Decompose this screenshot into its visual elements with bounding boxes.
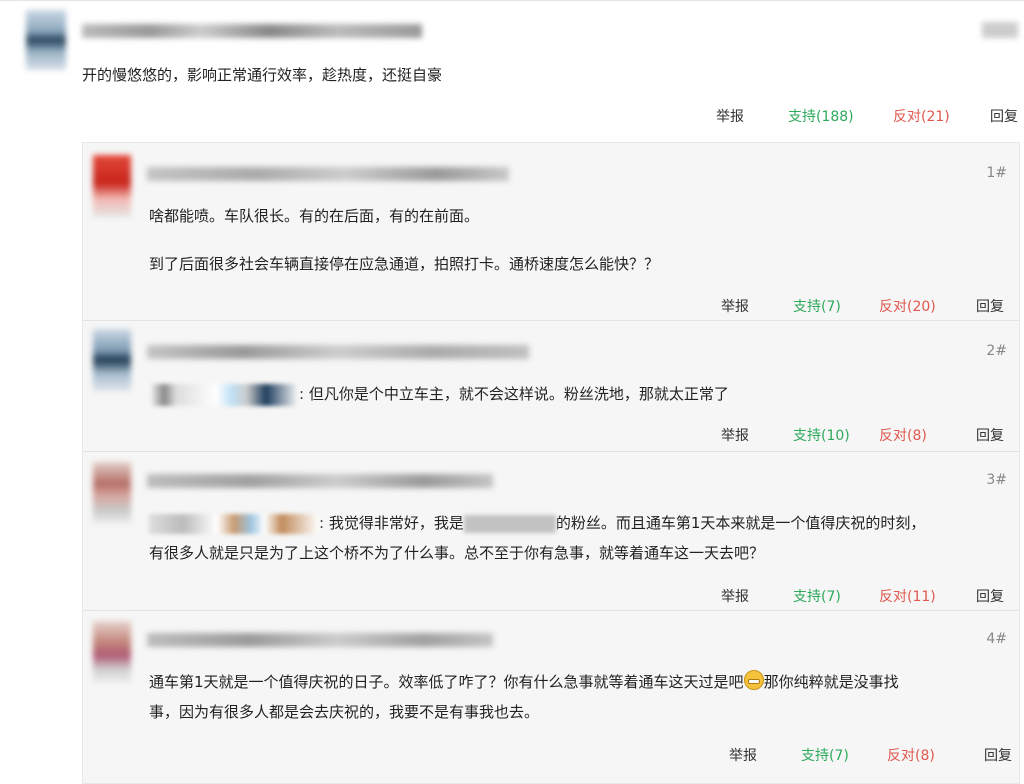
- floor-number: 3#: [986, 472, 1007, 488]
- reply-text-c: 有很多人就是只是为了上这个桥不为了什么事。总不至于你有急事，就等着通车这一天去吧…: [149, 544, 765, 562]
- username-redacted: [147, 345, 529, 359]
- reply-text: 啥都能喷。车队很长。有的在后面，有的在前面。: [149, 207, 480, 225]
- reply-item: 3# : 我觉得非常好，我是 的粉丝。而且通车第1天本来就是一个值得庆祝的时刻， …: [83, 452, 1019, 610]
- username-redacted: [147, 633, 493, 647]
- support-button[interactable]: 支持(188): [788, 106, 893, 126]
- reply-text-body: : 但凡你是个中立车主，就不会这样说。粉丝洗地，那就太正常了: [299, 385, 729, 403]
- reply-button[interactable]: 回复: [976, 425, 1004, 445]
- reply-item: 4# 通车第1天就是一个值得庆祝的日子。效率低了咋了？你有什么急事就等着通车这天…: [83, 611, 1019, 783]
- mention-redacted: [149, 383, 299, 406]
- reply-text: 到了后面很多社会车辆直接停在应急通道，拍照打卡。通桥速度怎么能快？？: [149, 255, 660, 273]
- reply-actions: 举报 支持(7) 反对(20) 回复: [721, 296, 1004, 316]
- grin-emoji-icon: [743, 670, 764, 690]
- support-button[interactable]: 支持(10): [793, 425, 879, 445]
- username-redacted: [147, 167, 509, 181]
- reply-text: 通车第1天就是一个值得庆祝的日子。效率低了咋了？你有什么急事就等着通车这天过是吧…: [149, 667, 1009, 727]
- username-redacted: [147, 474, 493, 488]
- reply-button[interactable]: 回复: [976, 296, 1004, 316]
- reply-actions: 举报 支持(10) 反对(8) 回复: [721, 425, 1004, 445]
- report-button[interactable]: 举报: [716, 106, 788, 126]
- report-button[interactable]: 举报: [721, 586, 793, 606]
- reply-button[interactable]: 回复: [984, 745, 1012, 765]
- reply-item: 1# 啥都能喷。车队很长。有的在后面，有的在前面。 到了后面很多社会车辆直接停在…: [83, 143, 1019, 320]
- oppose-button[interactable]: 反对(8): [887, 745, 984, 765]
- comment-actions: 举报 支持(188) 反对(21) 回复: [716, 106, 1018, 126]
- reply-item: 2# : 但凡你是个中立车主，就不会这样说。粉丝洗地，那就太正常了 举报 支持(…: [83, 321, 1019, 451]
- top-divider: [0, 0, 1024, 1]
- support-button[interactable]: 支持(7): [793, 586, 879, 606]
- timestamp-redacted: [982, 22, 1018, 38]
- avatar[interactable]: [93, 329, 131, 391]
- replies-panel: 1# 啥都能喷。车队很长。有的在后面，有的在前面。 到了后面很多社会车辆直接停在…: [82, 142, 1020, 784]
- oppose-button[interactable]: 反对(8): [879, 425, 976, 445]
- mention-redacted: [149, 513, 319, 534]
- reply-button[interactable]: 回复: [990, 106, 1018, 126]
- report-button[interactable]: 举报: [721, 425, 793, 445]
- reply-actions: 举报 支持(7) 反对(8) 回复: [729, 745, 1012, 765]
- report-button[interactable]: 举报: [721, 296, 793, 316]
- name-redacted: [463, 514, 556, 533]
- reply-button[interactable]: 回复: [976, 586, 1004, 606]
- reply-text-c: 事，因为有很多人都是会去庆祝的，我要不是有事我也去。: [149, 703, 540, 721]
- floor-number: 2#: [986, 343, 1007, 359]
- oppose-button[interactable]: 反对(20): [879, 296, 976, 316]
- avatar[interactable]: [93, 155, 131, 217]
- reply-text-a: 通车第1天就是一个值得庆祝的日子。效率低了咋了？你有什么急事就等着通车这天过是吧: [149, 673, 744, 691]
- avatar[interactable]: [93, 621, 131, 683]
- oppose-button[interactable]: 反对(21): [893, 106, 990, 126]
- avatar[interactable]: [93, 462, 131, 524]
- oppose-button[interactable]: 反对(11): [879, 586, 976, 606]
- username-redacted: [82, 24, 422, 38]
- floor-number: 4#: [986, 631, 1007, 647]
- avatar[interactable]: [26, 10, 66, 70]
- reply-text-b: 那你纯粹就是没事找: [763, 673, 899, 691]
- reply-text-b: 的粉丝。而且通车第1天本来就是一个值得庆祝的时刻，: [555, 514, 926, 532]
- report-button[interactable]: 举报: [729, 745, 801, 765]
- reply-text-a: : 我觉得非常好，我是: [319, 514, 464, 532]
- reply-text: : 我觉得非常好，我是 的粉丝。而且通车第1天本来就是一个值得庆祝的时刻， 有很多…: [149, 508, 1009, 568]
- support-button[interactable]: 支持(7): [801, 745, 887, 765]
- support-button[interactable]: 支持(7): [793, 296, 879, 316]
- reply-text: : 但凡你是个中立车主，就不会这样说。粉丝洗地，那就太正常了: [149, 379, 1009, 409]
- floor-number: 1#: [986, 165, 1007, 181]
- comment-text: 开的慢悠悠的，影响正常通行效率，趁热度，还挺自豪: [82, 66, 443, 84]
- reply-actions: 举报 支持(7) 反对(11) 回复: [721, 586, 1004, 606]
